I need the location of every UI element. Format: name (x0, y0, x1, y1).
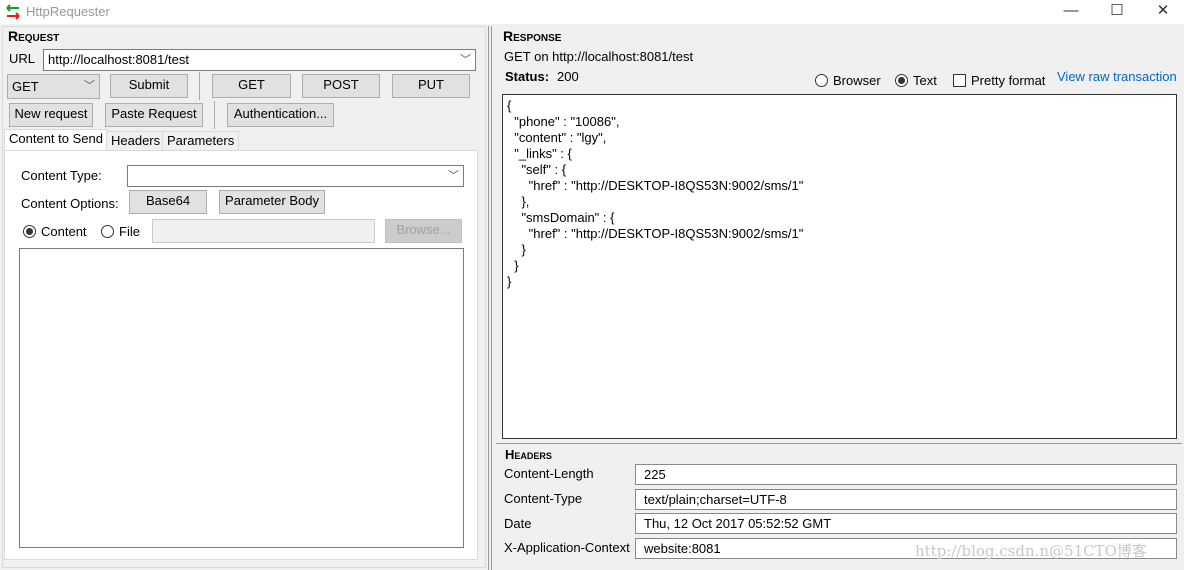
response-body-text: { "phone" : "10086", "content" : "lgy", … (507, 98, 804, 289)
header-name: Content-Length (504, 466, 594, 481)
chevron-down-icon: ﹀ (448, 170, 459, 182)
chevron-down-icon: ﹀ (84, 80, 95, 92)
content-type-select[interactable]: ﹀ (127, 165, 464, 187)
file-radio[interactable]: File (101, 224, 140, 239)
status-value: 200 (557, 69, 579, 84)
file-path-input[interactable] (152, 219, 375, 243)
header-value[interactable]: 225 (635, 464, 1177, 485)
tab-content-to-send[interactable]: Content to Send (4, 129, 108, 151)
put-button[interactable]: PUT (392, 74, 470, 98)
header-name: X-Application-Context (504, 540, 630, 555)
window-title: HttpRequester (26, 4, 110, 19)
view-raw-transaction-link[interactable]: View raw transaction (1057, 69, 1177, 84)
post-button[interactable]: POST (302, 74, 380, 98)
divider (199, 72, 200, 100)
checkbox-icon (953, 74, 966, 87)
get-button[interactable]: GET (212, 74, 291, 98)
parameter-body-button[interactable]: Parameter Body (219, 190, 325, 214)
divider (214, 101, 215, 129)
pretty-format-checkbox[interactable]: Pretty format (953, 73, 1045, 88)
chevron-down-icon: ﹀ (460, 54, 471, 66)
header-value[interactable]: Thu, 12 Oct 2017 05:52:52 GMT (635, 513, 1177, 534)
content-radio[interactable]: Content (23, 224, 87, 239)
headers-section-title: Headers (505, 447, 552, 462)
method-select[interactable]: GET ﹀ (7, 74, 100, 99)
paste-request-button[interactable]: Paste Request (105, 103, 203, 127)
header-name: Date (504, 516, 532, 531)
authentication-button[interactable]: Authentication... (227, 103, 334, 127)
header-value[interactable]: text/plain;charset=UTF-8 (635, 489, 1177, 510)
tab-parameters[interactable]: Parameters (162, 131, 240, 150)
url-input[interactable]: http://localhost:8081/test ﹀ (43, 49, 476, 71)
base64-button[interactable]: Base64 (129, 190, 207, 214)
title-bar: HttpRequester — ☐ ✕ (0, 0, 1184, 24)
browse-button[interactable]: Browse... (385, 219, 462, 243)
minimize-button[interactable]: — (1048, 0, 1094, 24)
response-body[interactable]: { "phone" : "10086", "content" : "lgy", … (502, 94, 1177, 439)
status-label: Status: (505, 69, 550, 84)
text-radio[interactable]: Text (895, 73, 937, 88)
close-button[interactable]: ✕ (1140, 0, 1184, 24)
url-label: URL (9, 51, 36, 66)
header-name: Content-Type (504, 491, 583, 506)
app-icon (6, 4, 20, 20)
content-body-textarea[interactable] (19, 248, 464, 548)
radio-icon (815, 74, 828, 87)
radio-selected-icon (895, 74, 908, 87)
radio-icon (101, 225, 114, 238)
response-summary: GET on http://localhost:8081/test (504, 49, 694, 64)
response-section-title: Response (503, 28, 562, 44)
splitter[interactable] (488, 26, 492, 570)
watermark: http://blog.csdn.n@51CTO博客 (915, 542, 1147, 560)
submit-button[interactable]: Submit (110, 74, 188, 98)
new-request-button[interactable]: New request (9, 103, 93, 127)
content-type-label: Content Type: (21, 168, 102, 183)
request-section-title: Request (8, 28, 60, 44)
radio-selected-icon (23, 225, 36, 238)
browser-radio[interactable]: Browser (815, 73, 881, 88)
divider (496, 443, 1182, 444)
tab-headers[interactable]: Headers (106, 131, 166, 150)
maximize-button[interactable]: ☐ (1094, 0, 1140, 24)
content-options-label: Content Options: (21, 196, 119, 211)
